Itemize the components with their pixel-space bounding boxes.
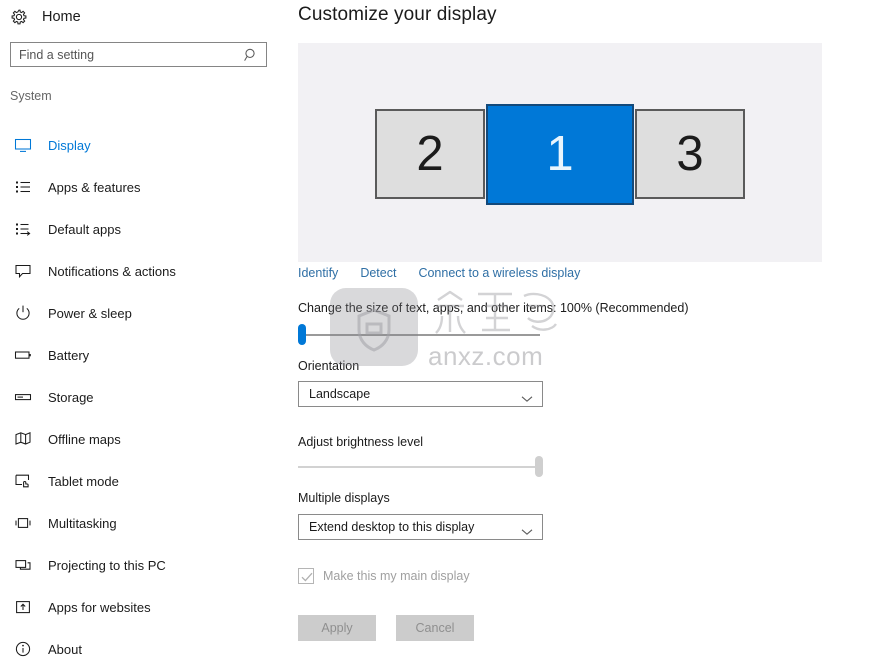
sidebar-nav-list: Display Apps & features Default apps Not… <box>0 124 290 670</box>
gear-icon <box>10 8 28 26</box>
sidebar-home-label: Home <box>42 9 81 25</box>
tablet-touch-icon <box>13 471 33 491</box>
sidebar-item-label: Display <box>48 137 91 153</box>
multiple-displays-label: Multiple displays <box>298 491 390 505</box>
sidebar-item-battery[interactable]: Battery <box>0 334 290 376</box>
sidebar-item-label: Battery <box>48 347 90 363</box>
app-link-icon <box>13 597 33 617</box>
project-screen-icon <box>13 555 33 575</box>
chevron-down-icon <box>521 390 533 402</box>
cancel-button[interactable]: Cancel <box>396 615 474 641</box>
chevron-down-icon <box>521 523 533 535</box>
detect-link[interactable]: Detect <box>360 266 396 280</box>
brightness-slider-thumb[interactable] <box>535 456 543 477</box>
monitor-icon <box>13 135 33 155</box>
display-arrangement-preview[interactable]: 2 1 3 <box>298 43 822 262</box>
sidebar-item-about[interactable]: About <box>0 628 290 670</box>
sidebar-item-multitasking[interactable]: Multitasking <box>0 502 290 544</box>
map-icon <box>13 429 33 449</box>
action-button-row: Apply Cancel <box>298 615 474 641</box>
scaling-slider[interactable] <box>298 324 540 346</box>
search-setting-box[interactable] <box>10 42 267 67</box>
page-title: Customize your display <box>298 4 497 25</box>
search-input[interactable] <box>11 43 243 66</box>
make-main-display-row[interactable]: Make this my main display <box>298 568 470 584</box>
sidebar-item-label: Tablet mode <box>48 473 119 489</box>
monitor-tile-2[interactable]: 2 <box>375 109 485 199</box>
sidebar-item-default-apps[interactable]: Default apps <box>0 208 290 250</box>
identify-link[interactable]: Identify <box>298 266 338 280</box>
info-icon <box>13 639 33 659</box>
list-icon <box>13 177 33 197</box>
sidebar-item-apps-for-websites[interactable]: Apps for websites <box>0 586 290 628</box>
sidebar-item-home[interactable]: Home <box>10 2 270 32</box>
sidebar-item-power-sleep[interactable]: Power & sleep <box>0 292 290 334</box>
power-icon <box>13 303 33 323</box>
brightness-slider[interactable] <box>298 456 543 478</box>
multitasking-icon <box>13 513 33 533</box>
speech-bubble-icon <box>13 261 33 281</box>
scaling-label: Change the size of text, apps, and other… <box>298 301 689 315</box>
monitor-number: 1 <box>546 127 574 181</box>
storage-icon <box>13 387 33 407</box>
sidebar-item-label: Apps for websites <box>48 599 151 615</box>
scaling-slider-thumb[interactable] <box>298 324 306 345</box>
settings-sidebar: Home System Display <box>0 0 290 657</box>
brightness-slider-track <box>298 466 543 468</box>
sidebar-item-projecting[interactable]: Projecting to this PC <box>0 544 290 586</box>
monitor-tile-3[interactable]: 3 <box>635 109 745 199</box>
monitor-number: 2 <box>416 126 444 181</box>
connect-wireless-display-link[interactable]: Connect to a wireless display <box>418 266 580 280</box>
brightness-label: Adjust brightness level <box>298 435 424 449</box>
display-settings-pane: Customize your display 2 1 3 Identify De… <box>290 0 892 648</box>
battery-icon <box>13 345 33 365</box>
sidebar-item-notifications-actions[interactable]: Notifications & actions <box>0 250 290 292</box>
sidebar-item-offline-maps[interactable]: Offline maps <box>0 418 290 460</box>
sidebar-item-tablet-mode[interactable]: Tablet mode <box>0 460 290 502</box>
monitor-tile-1[interactable]: 1 <box>486 104 634 205</box>
display-actions-links: Identify Detect Connect to a wireless di… <box>298 266 580 280</box>
sidebar-item-apps-features[interactable]: Apps & features <box>0 166 290 208</box>
orientation-value: Landscape <box>309 387 371 401</box>
apply-button[interactable]: Apply <box>298 615 376 641</box>
make-main-display-label: Make this my main display <box>323 569 470 583</box>
sidebar-item-display[interactable]: Display <box>0 124 290 166</box>
sidebar-item-label: Multitasking <box>48 515 117 531</box>
sidebar-item-label: Projecting to this PC <box>48 557 166 573</box>
multiple-displays-value: Extend desktop to this display <box>309 520 475 534</box>
sidebar-item-label: Notifications & actions <box>48 263 176 279</box>
sidebar-item-label: Offline maps <box>48 431 121 447</box>
sidebar-item-storage[interactable]: Storage <box>0 376 290 418</box>
sidebar-item-label: Storage <box>48 389 94 405</box>
make-main-display-checkbox[interactable] <box>298 568 314 584</box>
list-arrow-icon <box>13 219 33 239</box>
multiple-displays-dropdown[interactable]: Extend desktop to this display <box>298 514 543 540</box>
sidebar-item-label: Power & sleep <box>48 305 132 321</box>
orientation-label: Orientation <box>298 359 360 373</box>
orientation-dropdown[interactable]: Landscape <box>298 381 543 407</box>
sidebar-item-label: Default apps <box>48 221 121 237</box>
search-icon <box>243 47 259 63</box>
sidebar-item-label: About <box>48 641 82 657</box>
scaling-slider-track <box>298 334 540 336</box>
monitor-number: 3 <box>676 126 704 181</box>
sidebar-item-label: Apps & features <box>48 179 141 195</box>
sidebar-section-label: System <box>10 89 52 103</box>
